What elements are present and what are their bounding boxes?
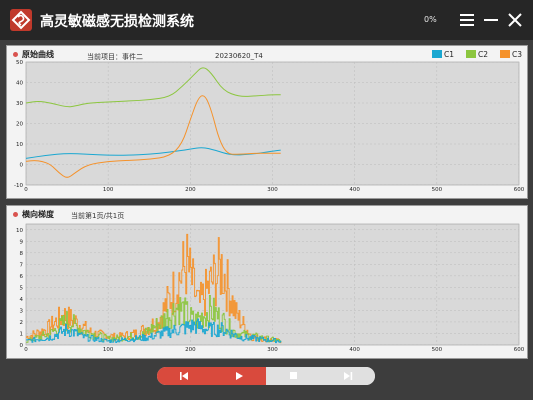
y-tick-label: 1 (20, 331, 24, 337)
minimize-icon[interactable] (481, 10, 501, 30)
y-tick-label: 4 (20, 297, 24, 303)
y-tick-label: 3 (20, 308, 24, 314)
y-tick-label: 30 (16, 101, 23, 107)
x-tick-label: 300 (267, 187, 278, 193)
play-icon (235, 372, 243, 380)
x-tick-label: 400 (349, 187, 360, 193)
last-button[interactable] (320, 367, 375, 385)
app-window: 高灵敏磁感无损检测系统 0% 原始曲线 当前项目：事件二 20230620_T4… (0, 0, 533, 400)
legend-swatch-c2 (466, 50, 476, 58)
y-tick-label: 2 (20, 320, 24, 326)
y-tick-label: 0 (20, 343, 24, 349)
first-icon (180, 372, 188, 380)
y-tick-label: 10 (16, 228, 23, 234)
y-tick-label: 9 (20, 239, 24, 245)
last-icon (343, 372, 352, 380)
x-tick-label: 200 (185, 187, 196, 193)
legend-label-c1: C1 (444, 50, 454, 59)
x-tick-label: 500 (432, 347, 443, 353)
y-tick-label: 10 (16, 142, 23, 148)
x-tick-label: 0 (24, 187, 28, 193)
y-tick-label: 7 (20, 262, 24, 268)
x-tick-label: 600 (514, 347, 525, 353)
y-tick-label: 5 (20, 285, 24, 291)
x-tick-label: 100 (103, 347, 114, 353)
y-tick-label: 20 (16, 122, 23, 128)
x-tick-label: 500 (432, 187, 443, 193)
y-tick-label: 40 (16, 81, 23, 87)
x-tick-label: 100 (103, 187, 114, 193)
gradient-panel: 横向梯度 当前第1页/共1页 0 100 200 300 400 500 600 0 1 2 3 4 5… (6, 205, 528, 359)
y-tick-label: 50 (16, 60, 23, 66)
x-tick-label: 0 (24, 347, 28, 353)
x-tick-label: 300 (267, 347, 278, 353)
legend-swatch-c3 (500, 50, 510, 58)
legend-label-c3: C3 (512, 50, 522, 59)
first-button[interactable] (157, 367, 212, 385)
playback-controls (157, 367, 375, 385)
app-title: 高灵敏磁感无损检测系统 (40, 14, 194, 30)
raw-curve-panel: 原始曲线 当前项目：事件二 20230620_T4 0 100 200 300 400 5… (6, 45, 528, 199)
stop-button[interactable] (266, 367, 321, 385)
play-button[interactable] (211, 367, 266, 385)
logo-icon (10, 9, 32, 31)
legend-swatch-c1 (432, 50, 442, 58)
gradient-chart: 0 100 200 300 400 500 600 0 1 2 3 4 5 6 7 8 9 10 (16, 223, 525, 353)
title-bar: 高灵敏磁感无损检测系统 0% (0, 0, 533, 40)
x-tick-label: 200 (185, 347, 196, 353)
x-tick-label: 600 (514, 187, 525, 193)
y-tick-label: 0 (20, 163, 24, 169)
y-tick-label: -10 (14, 183, 23, 189)
y-tick-label: 8 (20, 251, 24, 257)
menu-icon[interactable] (457, 10, 477, 30)
legend-label-c2: C2 (478, 50, 488, 59)
stop-icon (290, 372, 297, 379)
raw-curve-chart: 0 100 200 300 400 500 600-1001020304050C1 C2 C3 (14, 50, 525, 193)
y-tick-label: 6 (20, 274, 24, 280)
x-tick-label: 400 (349, 347, 360, 353)
close-icon[interactable] (505, 10, 525, 30)
progress-percent: 0% (424, 15, 437, 24)
